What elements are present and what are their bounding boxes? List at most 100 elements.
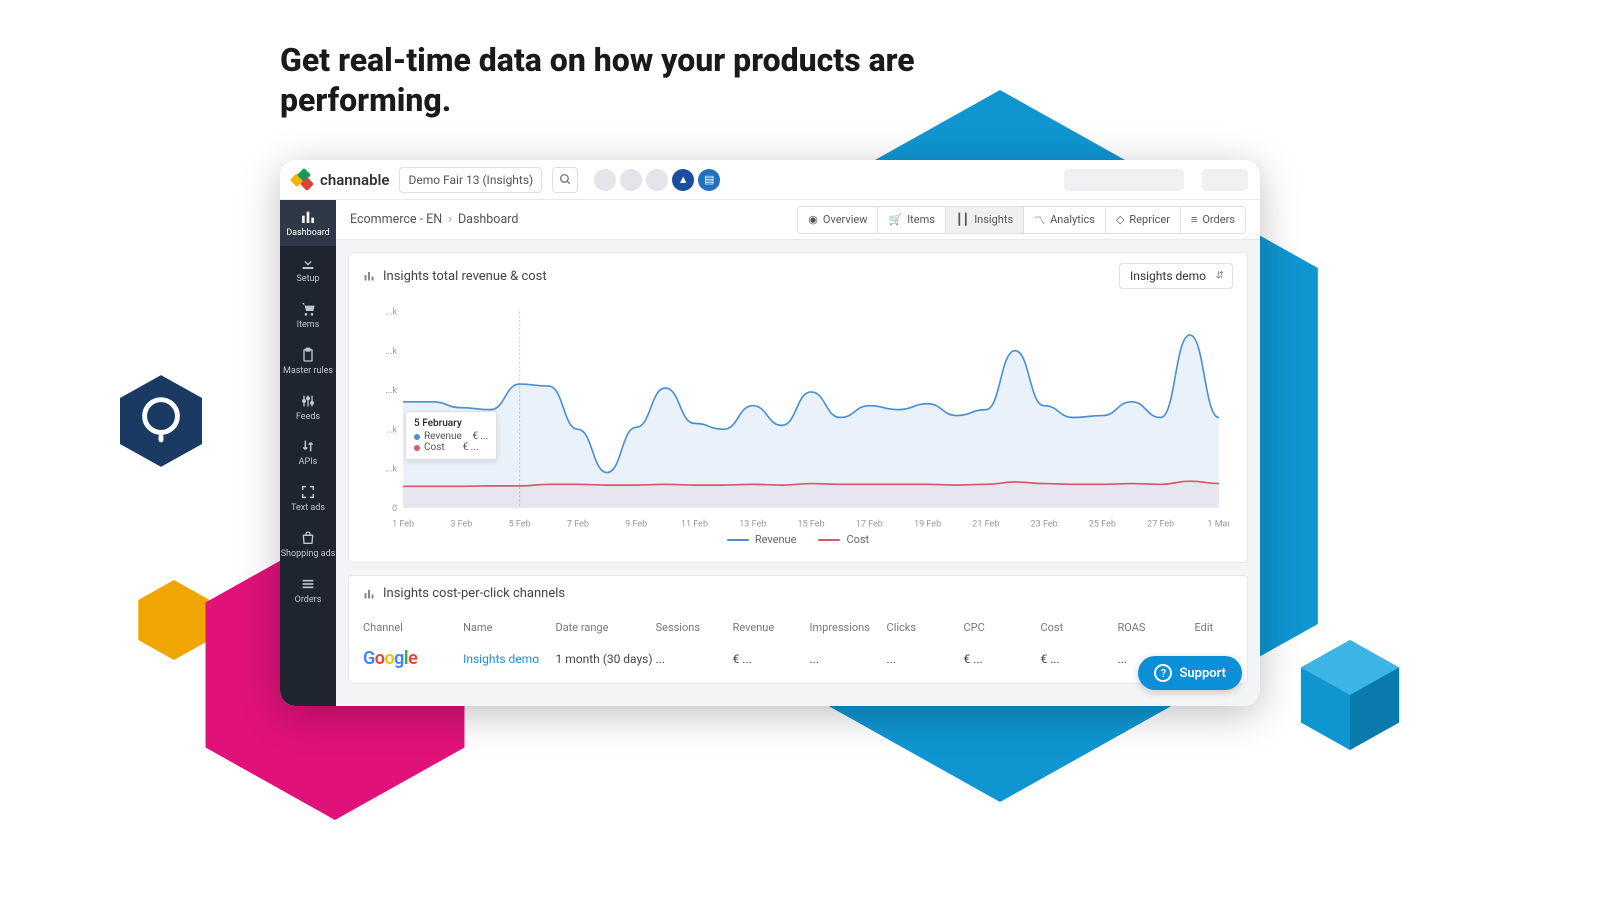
dropdown-label: Insights demo [1130, 269, 1206, 283]
search-button[interactable] [552, 167, 578, 193]
tab-repricer[interactable]: ◇ Repricer [1106, 207, 1181, 233]
bag-icon [299, 529, 317, 547]
avatar[interactable] [594, 169, 616, 191]
page-headline: Get real-time data on how your products … [280, 40, 940, 120]
cell: € ... [733, 652, 810, 666]
cell: € ... [1041, 652, 1118, 666]
col-header: ROAS [1117, 621, 1194, 634]
avatar-doc-icon[interactable]: ▤ [698, 169, 720, 191]
sidebar-label: Text ads [291, 504, 325, 514]
google-logo-icon: Google [363, 648, 417, 669]
bars-icon: ┃┃ [956, 213, 969, 226]
list-icon [299, 575, 317, 593]
sidebar-item-feeds[interactable]: Feeds [280, 384, 336, 430]
legend-item-revenue: Revenue [727, 533, 797, 546]
col-header: Clicks [887, 621, 964, 634]
avatar[interactable] [646, 169, 668, 191]
sidebar-label: Shopping ads [281, 550, 336, 560]
tab-overview[interactable]: ◉Overview [798, 207, 878, 233]
cell: 1 month (30 days) [555, 652, 655, 666]
brand: channable [292, 170, 389, 190]
col-header: Channel [363, 621, 463, 634]
legend-item-cost: Cost [818, 533, 869, 546]
sidebar-item-setup[interactable]: Setup [280, 246, 336, 292]
table-header: Channel Name Date range Sessions Revenue… [349, 611, 1247, 640]
sidebar-item-orders[interactable]: Orders [280, 567, 336, 613]
cell: ... [887, 652, 964, 666]
sidebar-label: Items [297, 321, 320, 331]
svg-text:3 Feb: 3 Feb [450, 519, 472, 530]
cell: ... [810, 652, 887, 666]
bars-icon [363, 270, 375, 282]
svg-text:25 Feb: 25 Feb [1089, 519, 1116, 530]
svg-text:...k: ...k [385, 346, 397, 357]
brand-logo-icon [292, 170, 312, 190]
col-header: CPC [964, 621, 1041, 634]
tab-insights[interactable]: ┃┃Insights [946, 207, 1024, 233]
tab-analytics[interactable]: 〽 Analytics [1024, 207, 1106, 233]
tab-items[interactable]: 🛒Items [878, 207, 945, 233]
tab-label: Orders [1202, 213, 1235, 226]
question-icon: ? [1154, 664, 1172, 682]
sidebar-item-text-ads[interactable]: Text ads [280, 475, 336, 521]
sidebar-item-apis[interactable]: APIs [280, 429, 336, 475]
breadcrumb-item[interactable]: Ecommerce - EN [350, 212, 442, 227]
tab-orders[interactable]: ≡ Orders [1181, 207, 1245, 233]
col-header: Cost [1041, 621, 1118, 634]
topbar: channable Demo Fair 13 (Insights) ▲ ▤ [280, 160, 1260, 200]
avatar[interactable] [620, 169, 642, 191]
project-select[interactable]: Demo Fair 13 (Insights) [399, 167, 542, 193]
svg-text:19 Feb: 19 Feb [914, 519, 941, 530]
trend-icon: 〽 [1034, 212, 1045, 228]
brand-name: channable [320, 171, 389, 189]
card-title: Insights total revenue & cost [363, 269, 547, 284]
app-window: channable Demo Fair 13 (Insights) ▲ ▤ Da… [280, 160, 1260, 706]
svg-text:1 Feb: 1 Feb [392, 519, 414, 530]
sidebar-label: Master rules [283, 367, 333, 377]
svg-text:0: 0 [392, 503, 397, 514]
swap-icon [299, 437, 317, 455]
name-link[interactable]: Insights demo [463, 652, 555, 666]
list-icon: ≡ [1191, 213, 1197, 226]
content: Insights total revenue & cost Insights d… [336, 240, 1260, 706]
tab-label: Repricer [1129, 213, 1170, 226]
tab-label: Items [907, 213, 935, 226]
svg-text:15 Feb: 15 Feb [797, 519, 824, 530]
svg-text:7 Feb: 7 Feb [567, 519, 589, 530]
sidebar-item-items[interactable]: Items [280, 292, 336, 338]
sidebar-item-master-rules[interactable]: Master rules [280, 338, 336, 384]
svg-text:9 Feb: 9 Feb [625, 519, 647, 530]
cell: ... [656, 652, 733, 666]
sidebar-item-shopping-ads[interactable]: Shopping ads [280, 521, 336, 567]
cart-icon [299, 300, 317, 318]
chart-source-dropdown[interactable]: Insights demo [1119, 263, 1233, 289]
sidebar-label: Dashboard [286, 229, 330, 239]
avatar-org-icon[interactable]: ▲ [672, 169, 694, 191]
tab-label: Analytics [1050, 213, 1095, 226]
sidebar-label: Setup [296, 275, 319, 285]
card-title: Insights cost-per-click channels [363, 586, 565, 601]
col-header: Impressions [810, 621, 887, 634]
svg-text:27 Feb: 27 Feb [1147, 519, 1174, 530]
svg-text:21 Feb: 21 Feb [972, 519, 999, 530]
tabs: ◉Overview 🛒Items ┃┃Insights 〽 Analytics ◇… [797, 206, 1246, 234]
col-header: Sessions [656, 621, 733, 634]
table-card: Insights cost-per-click channels Channel… [348, 575, 1248, 684]
avatar-group: ▲ ▤ [594, 169, 720, 191]
support-button[interactable]: ? Support [1138, 656, 1242, 690]
sidebar-label: Feeds [296, 413, 320, 423]
svg-text:...k: ...k [385, 306, 397, 317]
subbar: Ecommerce - EN › Dashboard ◉Overview 🛒It… [336, 200, 1260, 240]
chart-card: Insights total revenue & cost Insights d… [348, 252, 1248, 563]
diamond-icon: ◇ [1116, 213, 1124, 226]
topbar-placeholder [1064, 169, 1184, 191]
sidebar-label: APIs [299, 458, 318, 468]
expand-icon [299, 483, 317, 501]
col-header: Name [463, 621, 555, 634]
breadcrumb-item[interactable]: Dashboard [458, 212, 518, 227]
sidebar-item-dashboard[interactable]: Dashboard [280, 200, 336, 246]
svg-text:5 Feb: 5 Feb [509, 519, 531, 530]
chart-legend: Revenue Cost [367, 533, 1229, 552]
chart-tooltip: 5 February Revenue € ... Cost € ... [405, 411, 497, 460]
svg-text:...k: ...k [385, 464, 397, 475]
